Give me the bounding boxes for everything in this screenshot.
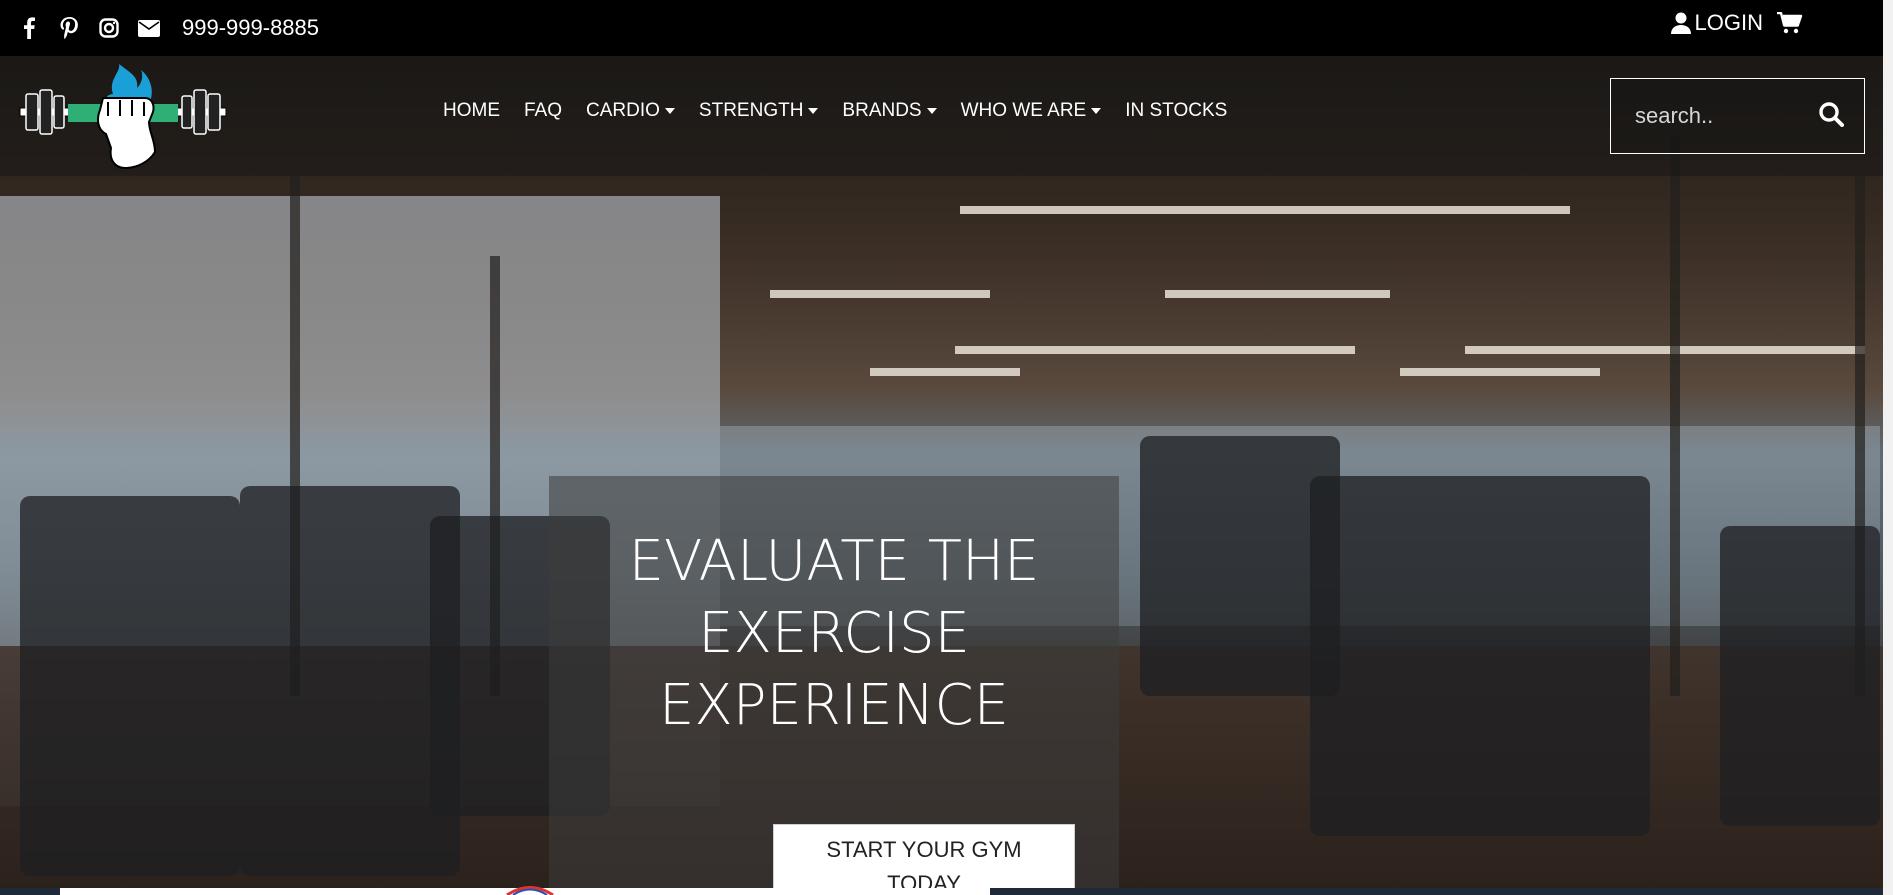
ceiling-light <box>1165 290 1390 298</box>
ceiling-light <box>960 206 1570 214</box>
main-nav: HOME FAQ CARDIO STRENGTH BRANDS WHO WE A… <box>443 100 1251 122</box>
nav-cardio[interactable]: CARDIO <box>586 100 675 122</box>
nav-strength-label: STRENGTH <box>698 100 804 121</box>
caret-down-icon <box>664 108 675 114</box>
top-bar: 999-999-8885 LOGIN <box>0 0 1893 56</box>
start-gym-button[interactable]: START YOUR GYM TODAY <box>773 824 1075 890</box>
envelope-icon[interactable] <box>138 17 160 39</box>
page-scrollbar[interactable] <box>1883 0 1893 895</box>
cart-icon[interactable] <box>1777 12 1803 34</box>
nav-who-we-are-label: WHO WE ARE <box>960 100 1087 121</box>
window-mullion <box>1670 136 1680 696</box>
caret-down-icon <box>1091 108 1102 114</box>
ceiling-light <box>770 290 990 298</box>
ceiling-light <box>955 346 1355 354</box>
headline-line-2: EXERCISE <box>698 601 970 666</box>
ceiling-light <box>1465 346 1865 354</box>
facebook-icon[interactable] <box>18 17 40 39</box>
login-label: LOGIN <box>1694 10 1763 35</box>
site-logo[interactable] <box>18 64 228 174</box>
strength-machine <box>1310 476 1650 836</box>
nav-in-stocks[interactable]: IN STOCKS <box>1125 100 1227 122</box>
ribbon-badge-icon <box>506 886 554 895</box>
search-box <box>1610 78 1865 154</box>
search-input[interactable] <box>1635 103 1805 129</box>
nav-home-label: HOME <box>443 100 500 121</box>
nav-brands[interactable]: BRANDS <box>842 100 937 122</box>
nav-faq-label: FAQ <box>524 100 563 121</box>
social-links: 999-999-8885 <box>18 15 319 41</box>
nav-who-we-are[interactable]: WHO WE ARE <box>961 100 1102 122</box>
headline-line-1: EVALUATE THE <box>628 529 1040 594</box>
ceiling-light <box>1400 368 1600 376</box>
caret-down-icon <box>926 108 937 114</box>
login-link[interactable]: LOGIN <box>1670 10 1763 36</box>
cardio-machine <box>20 496 240 876</box>
hero-section: HOME FAQ CARDIO STRENGTH BRANDS WHO WE A… <box>0 56 1883 890</box>
pinterest-icon[interactable] <box>58 17 80 39</box>
ceiling-light <box>870 368 1020 376</box>
nav-in-stocks-label: IN STOCKS <box>1125 100 1228 121</box>
nav-home[interactable]: HOME <box>443 100 500 122</box>
strength-machine <box>1720 526 1880 826</box>
user-icon <box>1670 12 1691 34</box>
search-icon[interactable] <box>1818 101 1844 131</box>
hero-headline: EVALUATE THE EXERCISE EXPERIENCE <box>549 526 1119 742</box>
phone-number[interactable]: 999-999-8885 <box>182 15 319 41</box>
headline-line-3: EXPERIENCE <box>658 673 1010 738</box>
nav-cardio-label: CARDIO <box>586 100 660 121</box>
nav-faq[interactable]: FAQ <box>524 100 562 122</box>
nav-brands-label: BRANDS <box>842 100 922 121</box>
cta-line-2: TODAY <box>887 871 961 890</box>
instagram-icon[interactable] <box>98 17 120 39</box>
caret-down-icon <box>808 108 819 114</box>
cardio-machine <box>240 486 460 876</box>
account-area: LOGIN <box>1670 10 1803 36</box>
cta-line-1: START YOUR GYM <box>826 837 1022 862</box>
nav-strength[interactable]: STRENGTH <box>699 100 819 122</box>
